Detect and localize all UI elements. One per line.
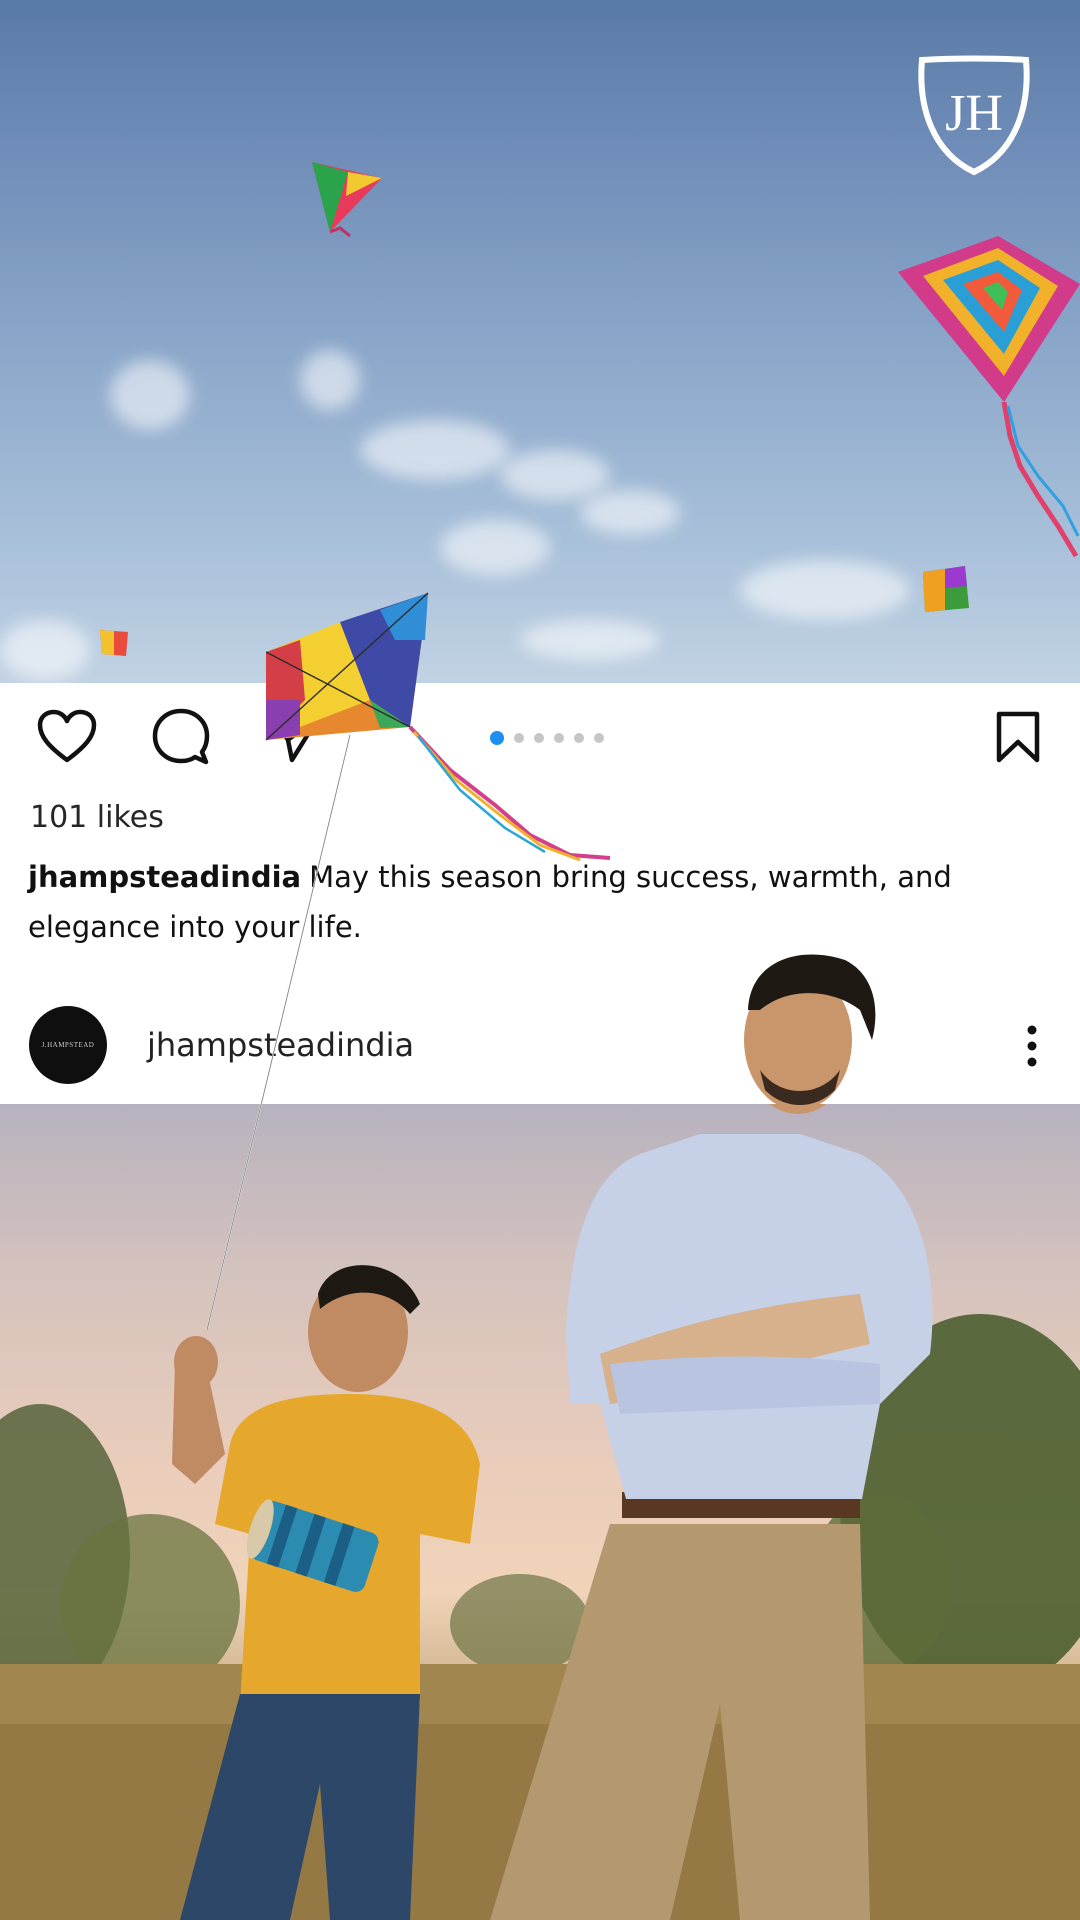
- carousel-dot[interactable]: [594, 733, 604, 743]
- carousel-dot[interactable]: [554, 733, 564, 743]
- brand-logo-text: JH: [945, 85, 1003, 142]
- likes-count[interactable]: 101 likes: [30, 800, 164, 835]
- field-scene-image: [0, 1104, 1080, 1920]
- carousel-dot[interactable]: [534, 733, 544, 743]
- small-kite-image: [312, 162, 382, 238]
- avatar[interactable]: J.HAMPSTEAD: [29, 1006, 107, 1084]
- avatar-text: J.HAMPSTEAD: [41, 1041, 95, 1049]
- account-handle[interactable]: jhampsteadindia: [147, 1026, 414, 1064]
- heart-icon[interactable]: [36, 708, 98, 764]
- large-kite-image: [898, 236, 1080, 558]
- post-caption: jhampsteadindia May this season bring suc…: [28, 852, 1028, 952]
- distant-kite-image: [100, 630, 128, 656]
- caption-username[interactable]: jhampsteadindia: [28, 860, 301, 894]
- carousel-dot[interactable]: [574, 733, 584, 743]
- post-photo: [0, 1104, 1080, 1920]
- brand-logo-shield: JH: [918, 55, 1030, 176]
- more-vertical-icon[interactable]: [1022, 1024, 1042, 1068]
- share-icon[interactable]: [272, 714, 322, 764]
- comment-icon[interactable]: [150, 706, 212, 768]
- carousel-indicator[interactable]: [490, 731, 604, 745]
- small-kite-right-image: [923, 566, 969, 612]
- sky-background: JH: [0, 0, 1080, 683]
- carousel-dot[interactable]: [490, 731, 504, 745]
- carousel-dot[interactable]: [514, 733, 524, 743]
- bookmark-icon[interactable]: [994, 710, 1042, 764]
